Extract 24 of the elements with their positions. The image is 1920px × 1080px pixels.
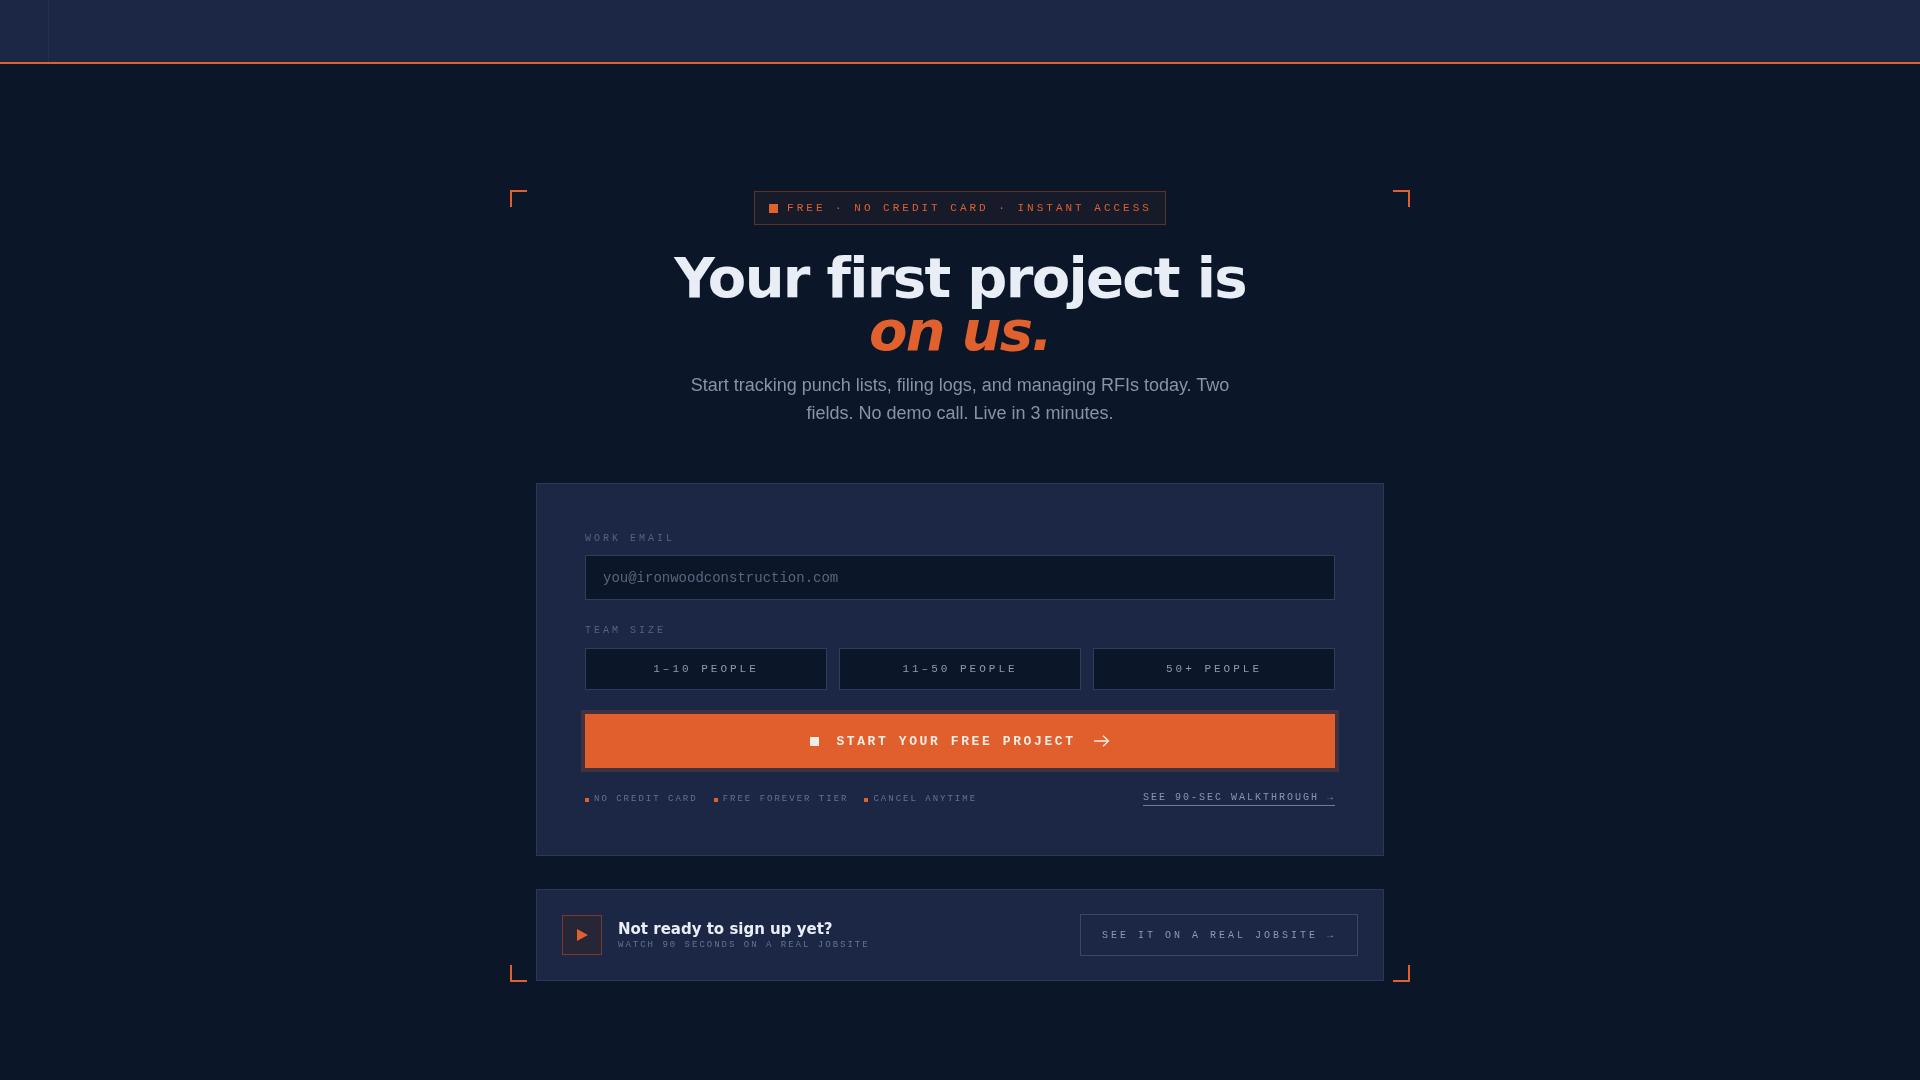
hero-heading: Your first project is on us. [674,251,1246,358]
play-icon [562,915,602,956]
corner-bracket-icon [510,965,527,983]
square-icon [810,736,820,746]
jobsite-video-button[interactable]: SEE IT ON A REAL JOBSITE → [1080,914,1358,957]
corner-bracket-icon [1393,190,1410,207]
email-field[interactable]: you@ironwoodconstruction.com [585,555,1335,601]
perk-text: CANCEL ANYTIME [873,792,978,806]
corner-bracket-icon [1393,965,1410,983]
team-size-option[interactable]: 11–50 PEOPLE [839,648,1081,691]
prompt-subtitle: WATCH 90 SECONDS ON A REAL JOBSITE [618,938,870,951]
team-size-option[interactable]: 1–10 PEOPLE [585,648,827,691]
prompt-title: Not ready to sign up yet? [618,919,833,938]
arrow-icon [1093,735,1110,748]
square-icon [769,203,779,213]
offer-tagline: FREE · NO CREDIT CARD · INSTANT ACCESS [787,201,1152,215]
corner-bracket-icon [510,190,527,207]
perk-text: NO CREDIT CARD [594,792,698,806]
walkthrough-link[interactable]: SEE 90-SEC WALKTHROUGH → [1142,791,1335,807]
field-label: WORK EMAIL [585,532,675,547]
hero-subtitle: Start tracking punch lists, filing logs, and managing RFIs today. Two fields. No demo call. Live in 3 minutes. [689,374,1231,426]
team-size-option[interactable]: 50+ PEOPLE [1093,648,1335,691]
perk-text: FREE FOREVER TIER [722,792,849,806]
field-label: TEAM SIZE [585,624,666,639]
